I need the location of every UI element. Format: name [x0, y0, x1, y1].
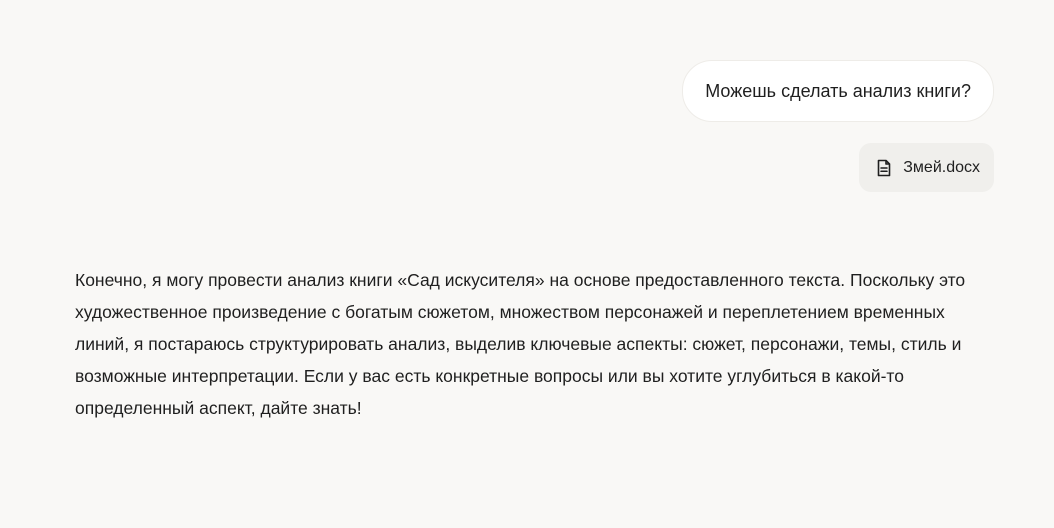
assistant-message-text: Конечно, я могу провести анализ книги «С…: [75, 270, 966, 418]
document-icon: [875, 159, 893, 177]
chat-conversation: Можешь сделать анализ книги? Змей.docx К…: [0, 0, 1054, 528]
user-message-text: Можешь сделать анализ книги?: [705, 80, 971, 101]
attachment-chip[interactable]: Змей.docx: [859, 143, 994, 192]
user-message-bubble: Можешь сделать анализ книги?: [682, 60, 994, 122]
attachment-filename: Змей.docx: [903, 158, 980, 176]
